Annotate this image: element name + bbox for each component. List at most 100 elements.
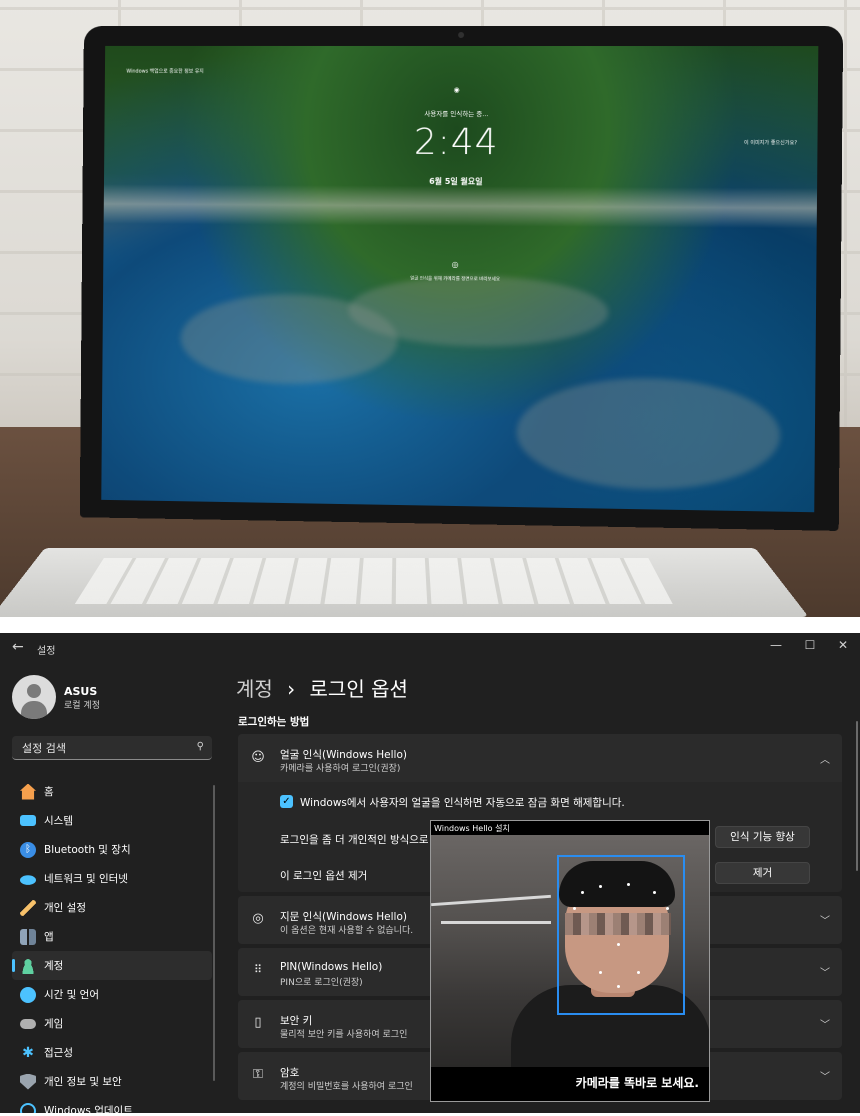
- laptop-base: [0, 548, 809, 617]
- breadcrumb-separator: ›: [287, 677, 295, 701]
- face-subtitle: 카메라를 사용하여 로그인(권장): [280, 761, 400, 774]
- camera-preview: [431, 835, 709, 1067]
- face-detection-box: [557, 855, 685, 1015]
- shield-icon: [20, 1074, 36, 1090]
- chevron-up-icon[interactable]: ︿: [820, 751, 830, 766]
- sidebar-item-bluetooth[interactable]: ᛒ Bluetooth 및 장치: [12, 835, 212, 864]
- sidebar-item-label: 시스템: [44, 813, 73, 828]
- apps-icon: [20, 929, 36, 945]
- sidebar-item-update[interactable]: Windows 업데이트: [12, 1096, 212, 1113]
- ceiling-light: [441, 921, 551, 924]
- windows-hello-setup-dialog: Windows Hello 설치 카메라를 똑바로 보세요.: [430, 820, 710, 1102]
- laptop-lid: Windows 백업으로 중요한 정보 유지 ◉ 사용자를 인식하는 중... …: [80, 26, 843, 531]
- update-icon: [20, 1103, 36, 1114]
- lock-status: 사용자를 인식하는 중...: [105, 107, 818, 119]
- accessibility-icon: ✱: [20, 1045, 36, 1061]
- sidebar-item-label: 앱: [44, 929, 54, 944]
- keyboard: [75, 558, 673, 604]
- sidebar-item-label: 개인 정보 및 보안: [44, 1074, 122, 1089]
- hello-instruction: 카메라를 똑바로 보세요.: [576, 1074, 699, 1091]
- avatar-body: [21, 701, 47, 719]
- globe-icon: [20, 987, 36, 1003]
- account-icon: [20, 958, 36, 974]
- chevron-down-icon[interactable]: ﹀: [820, 1016, 830, 1031]
- profile-name: ASUS: [64, 685, 97, 698]
- face-landmark-dot: [617, 985, 620, 988]
- usb-key-icon: ▯: [250, 1015, 266, 1030]
- brush-icon: [20, 900, 36, 916]
- face-landmark-dot: [653, 891, 656, 894]
- sidebar-scrollbar[interactable]: [213, 785, 215, 1081]
- keypad-icon: ⠿: [250, 963, 266, 976]
- fingerprint-icon: ◎: [250, 911, 266, 926]
- page-title: 로그인 옵션: [310, 677, 408, 701]
- backup-notice[interactable]: Windows 백업으로 중요한 정보 유지: [105, 68, 204, 75]
- minimize-icon[interactable]: —: [766, 638, 786, 652]
- password-subtitle: 계정의 비밀번호를 사용하여 로그인: [280, 1079, 413, 1092]
- hint-icon: ◎: [103, 257, 816, 272]
- face-recognition-card[interactable]: ☺ 얼굴 인식(Windows Hello) 카메라를 사용하여 로그인(권장)…: [238, 734, 842, 782]
- face-icon: ☺: [250, 750, 266, 765]
- search-box[interactable]: ⚲: [12, 736, 212, 760]
- sidebar-item-label: 네트워크 및 인터넷: [44, 871, 128, 886]
- face-recognition-icon: ◉: [105, 85, 818, 94]
- sidebar-item-system[interactable]: 시스템: [12, 806, 212, 835]
- chevron-down-icon[interactable]: ﹀: [820, 1068, 830, 1083]
- sidebar-item-personalization[interactable]: 개인 설정: [12, 893, 212, 922]
- remove-button[interactable]: 제거: [715, 862, 810, 884]
- sidebar-nav: 홈 시스템 ᛒ Bluetooth 및 장치 네트워크 및 인터넷 개인 설정 …: [12, 777, 212, 1113]
- content-scrollbar[interactable]: [856, 721, 858, 871]
- bluetooth-icon: ᛒ: [20, 842, 36, 858]
- shoreline: [104, 184, 817, 228]
- lock-screen: Windows 백업으로 중요한 정보 유지 ◉ 사용자를 인식하는 중... …: [101, 46, 818, 512]
- security-key-subtitle: 물리적 보안 키를 사용하여 로그인: [280, 1027, 407, 1040]
- chevron-down-icon[interactable]: ﹀: [820, 912, 830, 927]
- face-landmark-dot: [637, 971, 640, 974]
- security-key-title: 보안 키: [280, 1013, 312, 1028]
- image-feedback-link[interactable]: 이 이미지가 좋으신가요?: [685, 139, 797, 146]
- profile-account-type: 로컬 계정: [64, 698, 100, 711]
- sidebar-item-accounts[interactable]: 계정: [12, 951, 212, 980]
- sidebar-item-apps[interactable]: 앱: [12, 922, 212, 951]
- sidebar-item-label: 계정: [44, 958, 63, 973]
- improve-label: 로그인을 좀 더 개인적인 방식으로: [280, 832, 429, 847]
- home-icon: [20, 784, 36, 800]
- sidebar-item-label: Windows 업데이트: [44, 1103, 133, 1113]
- password-title: 암호: [280, 1065, 299, 1080]
- face-landmark-dot: [581, 891, 584, 894]
- sidebar-item-privacy[interactable]: 개인 정보 및 보안: [12, 1067, 212, 1096]
- laptop-photo: Windows 백업으로 중요한 정보 유지 ◉ 사용자를 인식하는 중... …: [0, 0, 860, 617]
- sidebar-item-gaming[interactable]: 게임: [12, 1009, 212, 1038]
- sidebar-item-time-language[interactable]: 시간 및 언어: [12, 980, 212, 1009]
- wifi-icon: [20, 871, 36, 887]
- fingerprint-subtitle: 이 옵션은 현재 사용할 수 없습니다.: [280, 923, 413, 936]
- chevron-down-icon[interactable]: ﹀: [820, 964, 830, 979]
- pin-subtitle: PIN으로 로그인(권장): [280, 975, 363, 988]
- pin-title: PIN(Windows Hello): [280, 961, 382, 973]
- system-icon: [20, 815, 36, 826]
- sidebar-item-home[interactable]: 홈: [12, 777, 212, 806]
- face-landmark-dot: [599, 885, 602, 888]
- gamepad-icon: [20, 1019, 36, 1029]
- remove-label: 이 로그인 옵션 제거: [280, 868, 367, 883]
- face-landmark-dot: [627, 883, 630, 886]
- sidebar-item-accessibility[interactable]: ✱ 접근성: [12, 1038, 212, 1067]
- section-title: 로그인하는 방법: [238, 714, 309, 729]
- webcam: [458, 32, 464, 38]
- back-arrow-icon[interactable]: ←: [12, 639, 24, 655]
- window-title: 설정: [37, 642, 55, 657]
- avatar-head: [27, 684, 41, 698]
- face-unlock-checkbox[interactable]: ✓: [280, 795, 293, 808]
- search-icon[interactable]: ⚲: [197, 741, 204, 752]
- hello-dialog-title: Windows Hello 설치: [434, 823, 510, 834]
- face-landmark-dot: [666, 907, 669, 910]
- improve-recognition-button[interactable]: 인식 기능 향상: [715, 826, 810, 848]
- sidebar-item-label: 홈: [44, 784, 54, 799]
- breadcrumb-parent[interactable]: 계정: [236, 677, 273, 701]
- sidebar-item-network[interactable]: 네트워크 및 인터넷: [12, 864, 212, 893]
- close-icon[interactable]: ✕: [833, 638, 853, 652]
- avatar[interactable]: [12, 675, 56, 719]
- maximize-icon[interactable]: ☐: [800, 638, 820, 652]
- sidebar-item-label: 개인 설정: [44, 900, 86, 915]
- search-input[interactable]: [20, 739, 184, 757]
